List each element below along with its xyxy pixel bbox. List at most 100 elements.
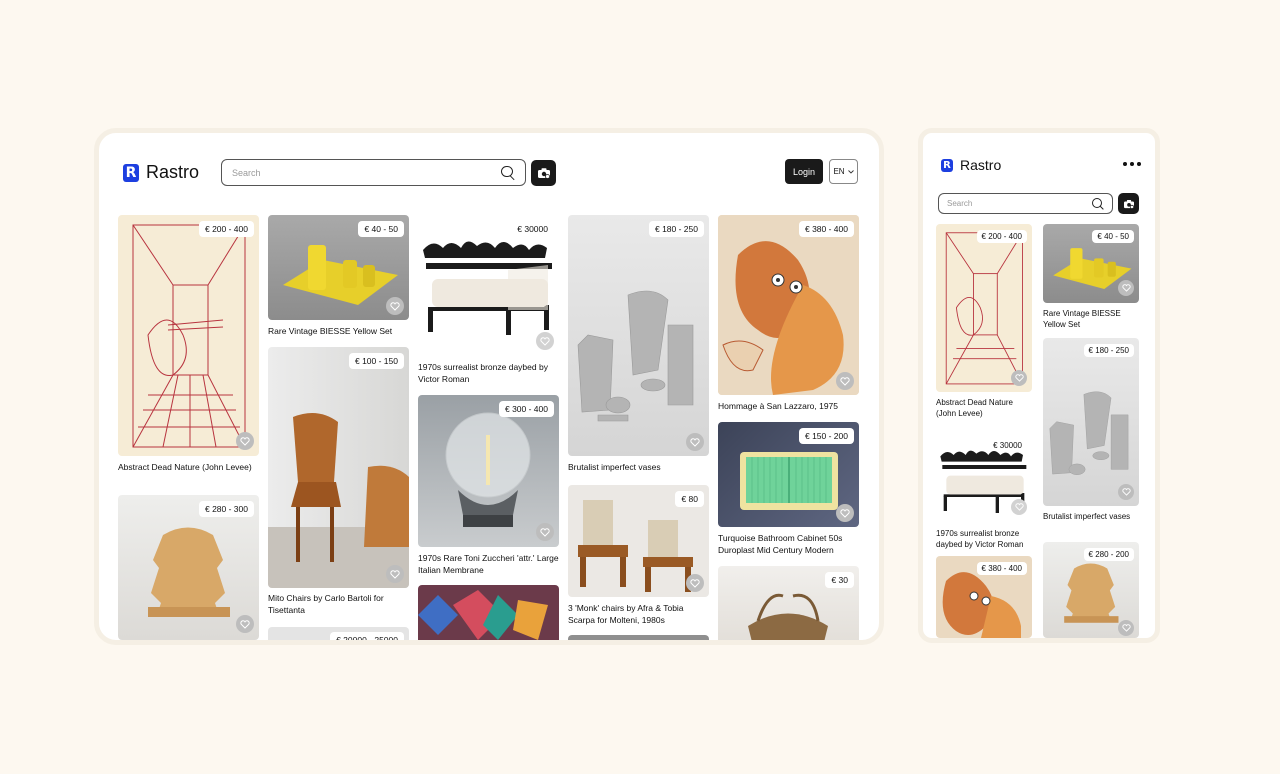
heart-icon xyxy=(1121,284,1131,292)
product-card[interactable]: € 200 - 400 Abstract Dead Nature (John L… xyxy=(118,215,259,485)
product-image[interactable] xyxy=(418,585,559,640)
login-button[interactable]: Login xyxy=(785,159,823,184)
price-badge: € 200 - 400 xyxy=(198,221,254,237)
product-title: 1970s surrealist bronze daybed by Victor… xyxy=(418,362,548,384)
product-card[interactable]: € 200 - 400 Abstract Dead Nature (John L… xyxy=(936,224,1032,424)
image-search-button[interactable] xyxy=(531,160,556,186)
favorite-button[interactable] xyxy=(386,565,404,583)
heart-icon xyxy=(540,527,550,537)
favorite-button[interactable] xyxy=(1118,280,1134,296)
search-icon[interactable] xyxy=(501,165,515,180)
price-badge: € 380 - 400 xyxy=(976,562,1027,575)
product-image[interactable] xyxy=(118,215,259,456)
price-badge: € 80 xyxy=(675,491,704,507)
favorite-button[interactable] xyxy=(1011,499,1027,515)
favorite-button[interactable] xyxy=(836,504,854,522)
camera-icon xyxy=(537,168,550,179)
price-badge: € 20000 - 25000 xyxy=(330,632,404,640)
heart-icon xyxy=(240,619,250,629)
product-image[interactable] xyxy=(268,347,409,588)
price-badge: € 40 - 50 xyxy=(358,221,404,237)
product-card[interactable]: € 30000 1970s surrealist bronze daybed b… xyxy=(936,433,1032,551)
heart-icon xyxy=(1014,374,1024,382)
language-selector[interactable]: EN xyxy=(829,159,858,184)
heart-icon xyxy=(690,437,700,447)
heart-icon xyxy=(390,301,400,311)
price-badge: € 180 - 250 xyxy=(1083,344,1134,357)
heart-icon xyxy=(690,578,700,588)
mobile-preview-frame: R Rastro Search € 200 - 400 Abstract Dea… xyxy=(918,128,1160,643)
favorite-button[interactable] xyxy=(686,574,704,592)
brand-mark-icon: R xyxy=(941,158,953,172)
favorite-button[interactable] xyxy=(236,432,254,450)
search-input[interactable] xyxy=(232,167,501,178)
product-card[interactable]: € 180 - 250 Brutalist imperfect vases xyxy=(1043,338,1139,536)
product-title: Mito Chairs by Carlo Bartoli for Tisetta… xyxy=(268,593,384,615)
price-badge: € 30000 xyxy=(993,441,1022,450)
product-image[interactable] xyxy=(936,224,1032,392)
product-title: 1970s surrealist bronze daybed by Victor… xyxy=(936,529,1024,549)
product-card[interactable] xyxy=(568,635,709,640)
price-badge: € 150 - 200 xyxy=(798,428,854,444)
heart-icon xyxy=(1014,503,1024,511)
desktop-preview-frame: R Rastro Login EN xyxy=(94,128,884,645)
favorite-button[interactable] xyxy=(236,615,254,633)
favorite-button[interactable] xyxy=(686,433,704,451)
heart-icon xyxy=(390,569,400,579)
product-card[interactable]: € 80 3 'Monk' chairs by Afra & Tobia Sca… xyxy=(568,485,709,630)
product-image[interactable] xyxy=(418,395,559,547)
more-menu-icon[interactable] xyxy=(1123,162,1141,166)
heart-icon xyxy=(1121,624,1131,632)
price-badge: € 200 - 400 xyxy=(976,230,1027,243)
product-card[interactable] xyxy=(418,585,559,640)
favorite-button[interactable] xyxy=(1118,620,1134,636)
product-card[interactable]: € 380 - 400 xyxy=(936,556,1032,638)
price-badge: € 100 - 150 xyxy=(348,353,404,369)
language-label: EN xyxy=(833,167,845,176)
brand-name: Rastro xyxy=(146,162,200,182)
product-image[interactable] xyxy=(1043,338,1139,506)
brand-logo[interactable]: R Rastro xyxy=(123,162,199,183)
product-image[interactable] xyxy=(568,635,709,640)
camera-icon xyxy=(1123,199,1134,209)
product-title: 1970s Rare Toni Zuccheri 'attr.' Large I… xyxy=(418,553,559,575)
product-image[interactable] xyxy=(718,215,859,395)
price-badge: € 40 - 50 xyxy=(1092,230,1134,243)
product-title: Abstract Dead Nature (John Levee) xyxy=(936,398,1013,418)
product-card[interactable]: € 280 - 300 xyxy=(118,495,259,640)
favorite-button[interactable] xyxy=(836,372,854,390)
product-title: Hommage à San Lazzaro, 1975 xyxy=(718,401,839,411)
product-card[interactable]: € 180 - 250 Brutalist imperfect vases xyxy=(568,215,709,478)
product-card[interactable]: € 40 - 50 Rare Vintage BIESSE Yellow Set xyxy=(268,215,409,340)
product-image[interactable] xyxy=(568,215,709,456)
search-icon[interactable] xyxy=(1092,197,1104,210)
price-badge: € 280 - 300 xyxy=(198,501,254,517)
heart-icon xyxy=(840,508,850,518)
product-card[interactable]: € 100 - 150 Mito Chairs by Carlo Bartoli… xyxy=(268,347,409,619)
favorite-button[interactable] xyxy=(1011,370,1027,386)
product-card[interactable]: € 30 xyxy=(718,566,859,640)
brand-logo[interactable]: R Rastro xyxy=(941,157,1001,173)
product-title: Brutalist imperfect vases xyxy=(1043,512,1131,521)
product-title: Brutalist imperfect vases xyxy=(568,462,661,472)
product-card[interactable]: € 300 - 400 1970s Rare Toni Zuccheri 'at… xyxy=(418,395,559,580)
product-card[interactable]: € 20000 - 25000 xyxy=(268,627,409,640)
chevron-down-icon xyxy=(847,169,854,174)
image-search-button[interactable] xyxy=(1118,193,1139,214)
favorite-button[interactable] xyxy=(536,332,554,350)
search-input[interactable] xyxy=(947,199,1092,208)
price-badge: € 300 - 400 xyxy=(498,401,554,417)
price-badge: € 30000 xyxy=(517,224,548,234)
product-title: Rare Vintage BIESSE Yellow Set xyxy=(1043,309,1121,329)
product-card[interactable]: € 380 - 400 Hommage à San Lazzaro, 1975 xyxy=(718,215,859,415)
heart-icon xyxy=(540,336,550,346)
search-bar[interactable] xyxy=(221,159,526,186)
product-card[interactable]: € 40 - 50 Rare Vintage BIESSE Yellow Set xyxy=(1043,224,1139,334)
product-card[interactable]: € 150 - 200 Turquoise Bathroom Cabinet 5… xyxy=(718,422,859,562)
product-card[interactable]: € 30000 1970s surrealist bronze daybed b… xyxy=(418,215,559,385)
search-bar[interactable] xyxy=(938,193,1113,214)
product-card[interactable]: € 280 - 200 xyxy=(1043,542,1139,638)
favorite-button[interactable] xyxy=(386,297,404,315)
favorite-button[interactable] xyxy=(1118,484,1134,500)
favorite-button[interactable] xyxy=(536,523,554,541)
